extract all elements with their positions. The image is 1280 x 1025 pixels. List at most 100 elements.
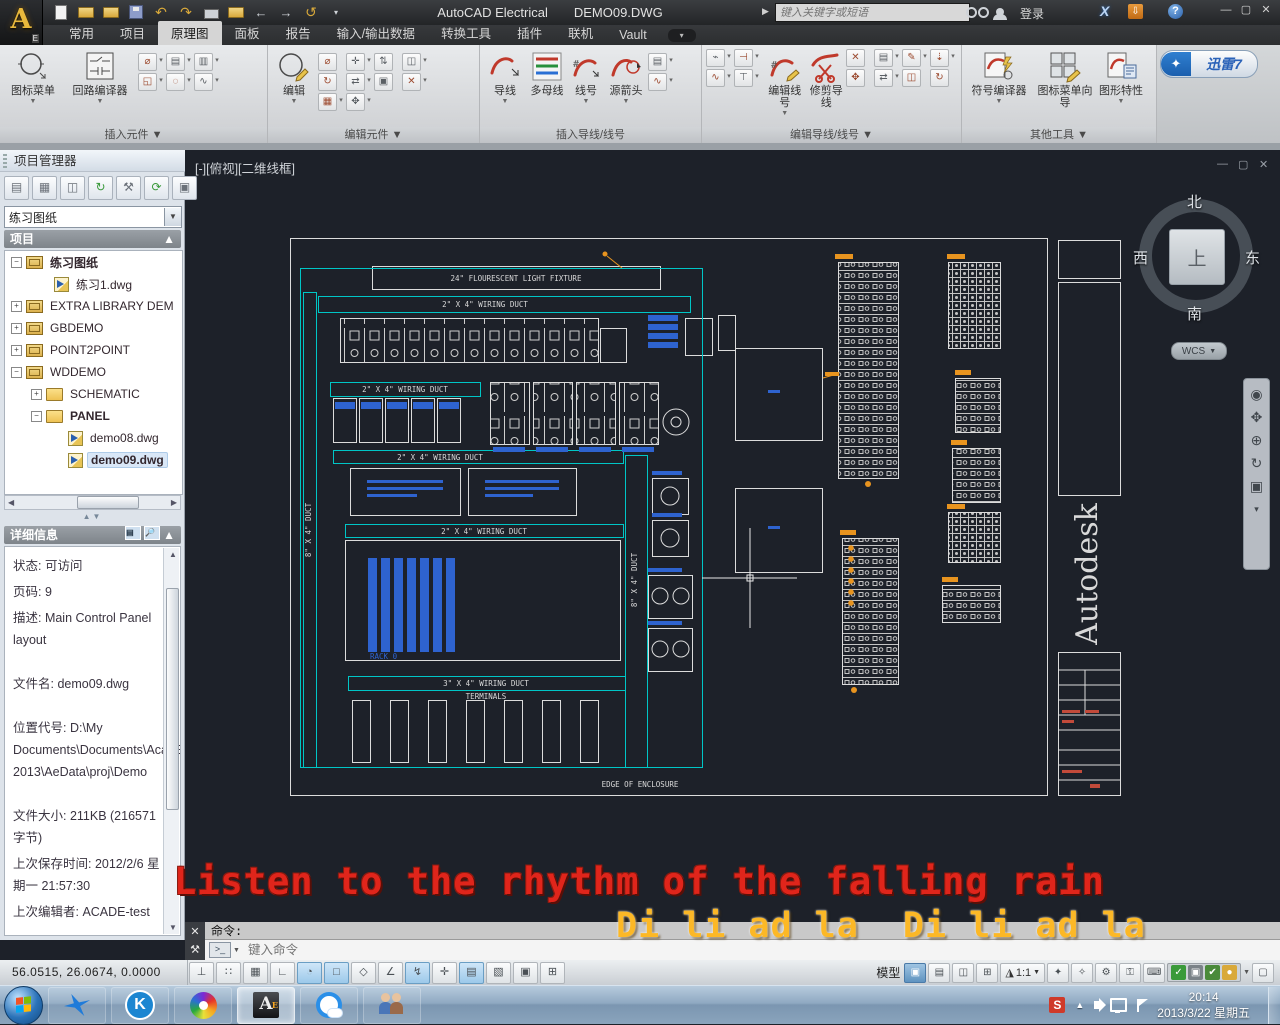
tab-baogao[interactable]: 报告 (273, 21, 324, 45)
tree-item[interactable]: +SCHEMATIC (5, 383, 182, 405)
taskbar-autocad-button[interactable]: AE (237, 987, 295, 1024)
search-expand-icon[interactable]: ▶ (762, 6, 769, 17)
quick-view-layouts-button[interactable]: ◫ (952, 963, 974, 983)
palette-title[interactable]: 项目管理器 (0, 150, 185, 172)
viewcube-south[interactable]: 南 (1187, 303, 1202, 324)
ribbon-small-button[interactable]: ✥ (846, 69, 865, 87)
symbol-builder-button[interactable]: 符号编译器▼ (966, 47, 1032, 105)
help-button[interactable]: ? (1168, 4, 1183, 19)
expand-box-icon[interactable]: + (11, 323, 22, 334)
tray-bulb-icon[interactable]: ● (1222, 965, 1237, 980)
icon-menu-button[interactable]: 图标菜单▼ (4, 47, 62, 105)
model-space-button[interactable]: ▣ (904, 963, 926, 983)
tray-s-icon[interactable]: S (1049, 997, 1065, 1013)
ribbon-small-button[interactable]: ◌ (166, 73, 185, 91)
expand-box-icon[interactable]: + (31, 389, 42, 400)
ribbon-small-button[interactable]: ⇅ (374, 53, 393, 71)
ribbon-small-button[interactable]: ⌀ (138, 53, 157, 71)
toolbar-lock-button[interactable]: ⚿ (1119, 963, 1141, 983)
ribbon-small-button[interactable]: ◱ (138, 73, 157, 91)
layout-button[interactable]: ▤ (928, 963, 950, 983)
ribbon-small-button[interactable]: ⊣ (734, 49, 753, 67)
volume-icon[interactable] (1094, 1001, 1100, 1009)
object-snap-toggle[interactable]: □ (324, 962, 349, 984)
tab-yuanlitu[interactable]: 原理图 (158, 21, 222, 45)
ribbon-small-button[interactable]: ▣ (374, 73, 393, 91)
workspace-switching-button[interactable]: ⚙ (1095, 963, 1117, 983)
edit-wire-number-button[interactable]: # 编辑线号▼ (763, 47, 807, 117)
workspace-button[interactable]: ↺ (302, 3, 320, 21)
tab-io-data[interactable]: 输入/输出数据 (324, 21, 428, 45)
ribbon-small-button[interactable]: ✕ (846, 49, 865, 67)
panel-caption[interactable]: 其他工具 ▼ (962, 127, 1156, 143)
taskbar-k-app-button[interactable]: K (111, 987, 169, 1024)
tab-online[interactable]: 联机 (555, 21, 606, 45)
tray-menu-icon[interactable]: ▼ (1243, 969, 1250, 976)
ribbon-small-button[interactable]: ✕ (402, 73, 421, 91)
close-button[interactable]: ✕ (1258, 2, 1274, 18)
lineweight-toggle[interactable]: ▤ (459, 962, 484, 984)
selection-cycling-toggle[interactable]: ⊞ (540, 962, 565, 984)
ribbon-small-button[interactable]: ✎ (902, 49, 921, 67)
taskbar-q-app-button[interactable] (300, 987, 358, 1024)
qat-overflow-button[interactable]: ▾ (327, 3, 345, 21)
drawing-close-button[interactable]: ✕ (1259, 158, 1268, 171)
tree-item[interactable]: demo08.dwg (5, 427, 182, 449)
ribbon-small-button[interactable]: ⇣ (930, 49, 949, 67)
ribbon-small-button[interactable]: ∿ (706, 69, 725, 87)
ribbon-small-button[interactable]: ◫ (402, 53, 421, 71)
tab-changyong[interactable]: 常用 (56, 21, 107, 45)
tree-item[interactable]: −PANEL (5, 405, 182, 427)
ribbon-extra-menu-button[interactable]: ▾ (668, 29, 696, 42)
tray-shield-icon[interactable]: ✓ (1171, 965, 1186, 980)
showmotion-icon[interactable]: ▣ (1250, 479, 1263, 493)
dynamic-ucs-toggle[interactable]: ↯ (405, 962, 430, 984)
scroll-down-icon[interactable]: ▼ (166, 923, 180, 932)
collapse-box-icon[interactable]: − (11, 367, 22, 378)
tab-convert-tools[interactable]: 转换工具 (428, 21, 504, 45)
viewcube-north[interactable]: 北 (1187, 191, 1202, 212)
panel-caption[interactable]: 插入导线/线号 (480, 127, 701, 143)
save-button[interactable] (127, 3, 145, 21)
sign-in-button[interactable]: 登录 (1020, 5, 1044, 22)
pm-drawing-list-button[interactable]: ◫ (60, 176, 85, 200)
pm-plot-button[interactable]: ▣ (172, 176, 197, 200)
wire-number-button[interactable]: # 线号▼ (568, 47, 604, 105)
taskbar-pinwheel-app-button[interactable] (174, 987, 232, 1024)
drawing-minimize-button[interactable]: — (1217, 158, 1228, 170)
tree-item[interactable]: +EXTRA LIBRARY DEM (5, 295, 182, 317)
start-button[interactable] (4, 986, 43, 1025)
transparency-toggle[interactable]: ▧ (486, 962, 511, 984)
network-icon[interactable] (1110, 998, 1127, 1012)
redo-button[interactable]: ↷ (177, 3, 195, 21)
viewcube-east[interactable]: 东 (1245, 247, 1260, 268)
grid-display-toggle[interactable]: ▦ (243, 962, 268, 984)
taskbar-clock[interactable]: 20:14 2013/3/22 星期五 (1157, 989, 1250, 1021)
tab-mianban[interactable]: 面板 (222, 21, 273, 45)
project-selector[interactable]: 练习图纸 ▼ (4, 206, 182, 228)
forward-button[interactable]: → (277, 3, 295, 21)
pm-publish-button[interactable]: ⚒ (116, 176, 141, 200)
annotation-scale-button[interactable]: ◮1:1▼ (1000, 963, 1045, 983)
restore-button[interactable]: ▢ (1238, 2, 1254, 18)
object-snap-tracking-toggle[interactable]: ∠ (378, 962, 403, 984)
quick-view-drawings-button[interactable]: ⊞ (976, 963, 998, 983)
command-close-icon[interactable]: ✕ (190, 925, 199, 938)
polar-tracking-toggle[interactable]: ◔ (297, 962, 322, 984)
panel-caption[interactable]: 插入元件 ▼ (0, 127, 267, 143)
pm-new-drawing-button[interactable]: ▦ (32, 176, 57, 200)
scroll-up-icon[interactable]: ▲ (166, 550, 180, 559)
zoom-icon[interactable]: ⊕ (1251, 433, 1263, 447)
orbit-icon[interactable]: ↻ (1251, 456, 1263, 470)
undo-button[interactable]: ↶ (152, 3, 170, 21)
annotation-autoscale-button[interactable]: ✧ (1071, 963, 1093, 983)
ribbon-small-button[interactable]: ▤ (648, 53, 667, 71)
viewcube[interactable]: 北 南 西 东 上 (1131, 191, 1261, 321)
communication-center-button[interactable]: ⇩ (1128, 4, 1143, 19)
show-desktop-button[interactable] (1268, 987, 1280, 1024)
command-tools-icon[interactable]: ⚒ (190, 943, 200, 956)
hidden-icons-button[interactable]: ▲ (1075, 1000, 1084, 1010)
tree-item[interactable]: +POINT2POINT (5, 339, 182, 361)
scroll-left-icon[interactable]: ◀ (5, 498, 17, 507)
ribbon-small-button[interactable]: ⊤ (734, 69, 753, 87)
